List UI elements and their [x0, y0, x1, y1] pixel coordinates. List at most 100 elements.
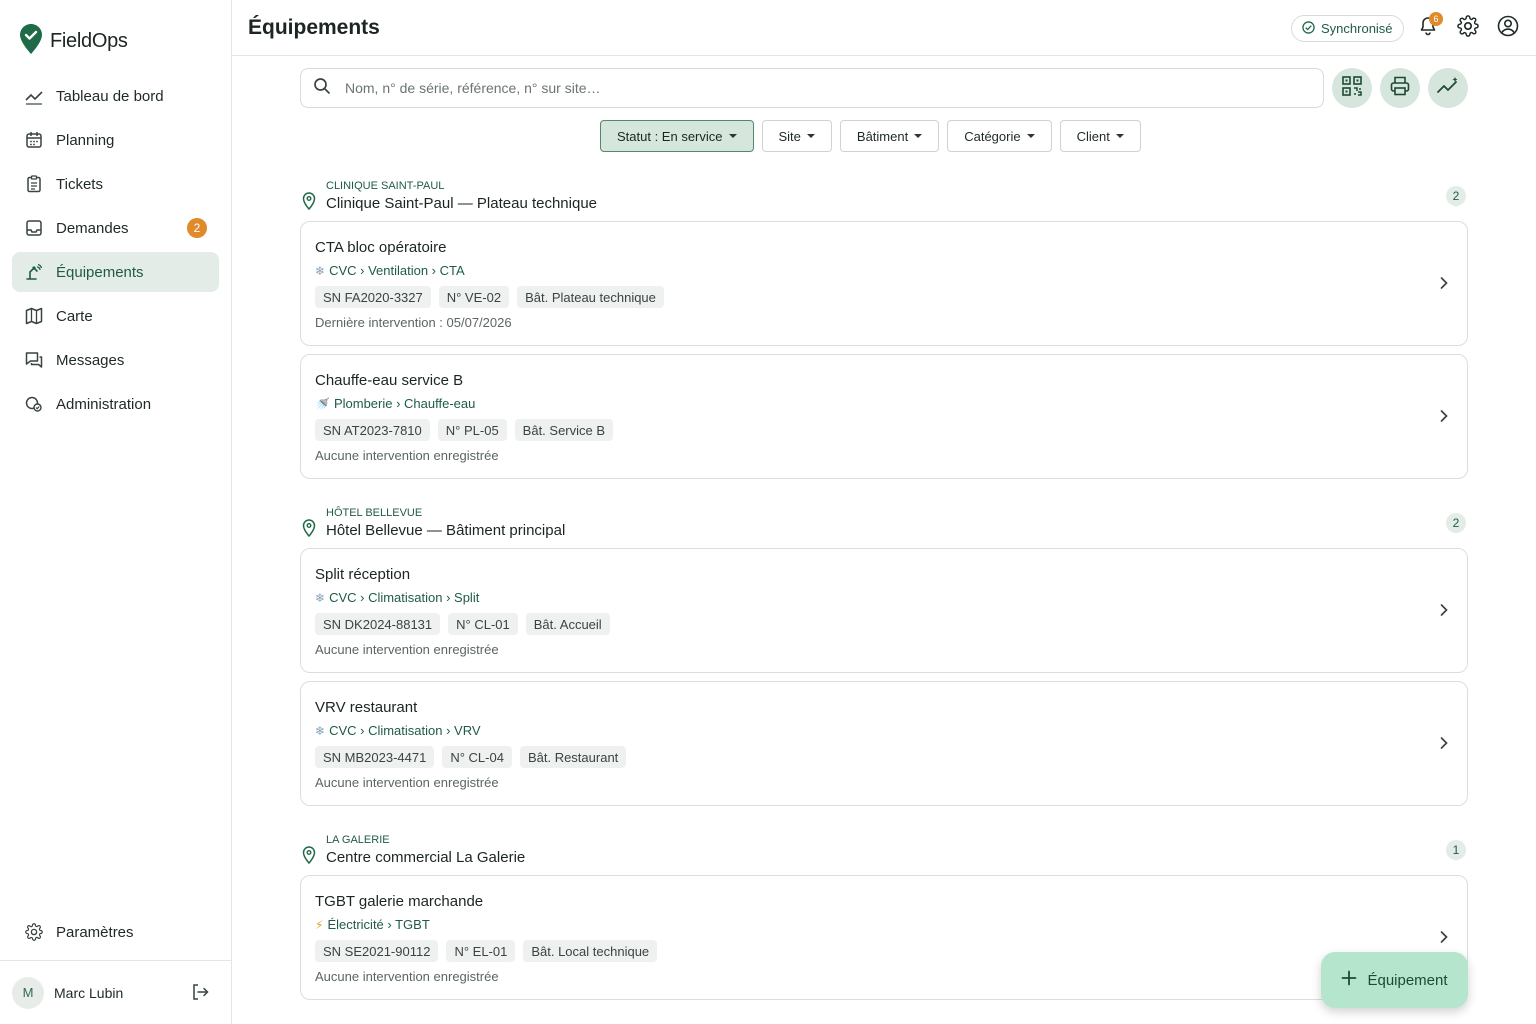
number-chip: N° EL-01	[446, 940, 516, 962]
serial-chip: SN FA2020-3327	[315, 286, 431, 308]
avatar[interactable]: M	[12, 976, 44, 1009]
notifications-count-badge: 6	[1429, 12, 1443, 26]
add-equipment-label: Équipement	[1367, 971, 1448, 989]
snowflake-icon: ❄	[315, 723, 326, 738]
filter-bar: Statut : En service Site Bâtiment Catégo…	[600, 120, 1141, 152]
user-name: Marc Lubin	[54, 984, 124, 1001]
chevron-right-icon	[1439, 603, 1449, 622]
snowflake-icon: ❄	[315, 263, 326, 278]
filter-client[interactable]: Client	[1059, 120, 1141, 152]
filter-label: Client	[1076, 128, 1110, 144]
filter-label: Bâtiment	[856, 128, 909, 144]
sidebar-item-label: Équipements	[56, 263, 144, 281]
search-icon	[313, 77, 331, 100]
equipment-icon	[24, 262, 44, 282]
filter-label: Statut : En service	[617, 128, 723, 144]
qr-scan-button[interactable]	[1332, 68, 1372, 108]
settings-button[interactable]	[1456, 14, 1480, 42]
building-chip: Bât. Plateau technique	[517, 286, 664, 308]
equipment-card[interactable]: Split réception ❄ CVC › Climatisation › S…	[300, 548, 1468, 673]
category-path: CVC › Climatisation › Split	[329, 590, 480, 605]
sidebar-item-messages[interactable]: Messages	[12, 340, 219, 380]
site-name: Clinique Saint-Paul — Plateau technique	[326, 195, 598, 212]
demandes-count-badge: 2	[187, 218, 207, 238]
category-path: CVC › Ventilation › CTA	[329, 263, 465, 278]
caret-down-icon	[728, 134, 737, 138]
location-pin-icon	[302, 519, 316, 542]
gear-icon	[1457, 14, 1479, 42]
number-chip: N° CL-01	[448, 613, 518, 635]
print-button[interactable]	[1380, 68, 1420, 108]
building-chip: Bât. Service B	[514, 419, 614, 441]
sidebar-item-label: Paramètres	[56, 923, 134, 941]
sidebar-item-label: Messages	[56, 351, 125, 369]
calendar-icon	[24, 130, 44, 150]
site-code: CLINIQUE SAINT-PAUL	[326, 180, 445, 192]
sidebar-item-tickets[interactable]: Tickets	[12, 164, 219, 204]
analytics-button[interactable]	[1428, 68, 1468, 108]
search-input[interactable]	[345, 80, 1245, 96]
trend-sparkle-icon	[1436, 75, 1460, 102]
chevron-right-icon	[1439, 736, 1449, 755]
filter-status[interactable]: Statut : En service	[600, 120, 754, 152]
last-intervention: Aucune intervention enregistrée	[315, 448, 499, 463]
shower-icon: 🚿	[315, 396, 330, 411]
serial-chip: SN SE2021-90112	[315, 940, 439, 962]
add-equipment-button[interactable]: Équipement	[1321, 952, 1468, 1008]
caret-down-icon	[1026, 134, 1035, 138]
category-path: CVC › Climatisation › VRV	[329, 723, 481, 738]
building-chip: Bât. Accueil	[525, 613, 610, 635]
equipment-title: CTA bloc opératoire	[315, 239, 447, 256]
sidebar-item-planning[interactable]: Planning	[12, 120, 219, 160]
plus-icon	[1341, 970, 1357, 990]
filter-categorie[interactable]: Catégorie	[947, 120, 1052, 152]
site-code: HÔTEL BELLEVUE	[326, 507, 423, 519]
equipment-card[interactable]: CTA bloc opératoire ❄ CVC › Ventilation ›…	[300, 221, 1468, 346]
filter-label: Catégorie	[964, 128, 1021, 144]
sidebar-item-parametres[interactable]: Paramètres	[12, 912, 219, 952]
filter-site[interactable]: Site	[761, 120, 832, 152]
sync-status-badge[interactable]: Synchronisé	[1291, 15, 1404, 42]
sidebar-item-demandes[interactable]: Demandes 2	[12, 208, 219, 248]
equipment-category: ❄ CVC › Ventilation › CTA	[315, 263, 465, 278]
sidebar-item-dashboard[interactable]: Tableau de bord	[12, 76, 219, 116]
serial-chip: SN DK2024-88131	[315, 613, 441, 635]
filter-label: Site	[778, 128, 801, 144]
building-chip: Bât. Restaurant	[519, 746, 627, 768]
chevron-right-icon	[1439, 276, 1449, 295]
number-chip: N° PL-05	[437, 419, 507, 441]
sync-label: Synchronisé	[1321, 21, 1393, 36]
admin-icon	[24, 394, 44, 414]
sidebar-item-equipements[interactable]: Équipements	[12, 252, 219, 292]
logout-icon[interactable]	[191, 983, 209, 1006]
sidebar-item-label: Planning	[56, 131, 115, 149]
brand[interactable]: FieldOps	[20, 24, 128, 59]
trend-icon	[24, 86, 44, 106]
qr-code-icon	[1341, 75, 1363, 102]
account-button[interactable]	[1496, 15, 1520, 40]
equipment-card[interactable]: Chauffe-eau service B 🚿 Plomberie › Chauf…	[300, 354, 1468, 479]
equipment-title: Chauffe-eau service B	[315, 372, 464, 389]
equipment-tags: SN DK2024-88131 N° CL-01 Bât. Accueil	[315, 613, 610, 635]
user-row: M Marc Lubin	[0, 960, 231, 1024]
chat-icon	[24, 350, 44, 370]
notifications-button[interactable]: 6	[1416, 12, 1443, 40]
sidebar-item-carte[interactable]: Carte	[12, 296, 219, 336]
site-code: LA GALERIE	[326, 834, 390, 846]
serial-chip: SN MB2023-4471	[315, 746, 435, 768]
last-intervention: Aucune intervention enregistrée	[315, 642, 499, 657]
equipment-category: ⚡ Électricité › TGBT	[315, 917, 430, 932]
equipment-tags: SN SE2021-90112 N° EL-01 Bât. Local tech…	[315, 940, 658, 962]
map-icon	[24, 306, 44, 326]
sidebar-item-administration[interactable]: Administration	[12, 384, 219, 424]
equipment-card[interactable]: TGBT galerie marchande ⚡ Électricité › TG…	[300, 875, 1468, 1000]
check-circle-icon	[1302, 20, 1315, 37]
equipment-tags: SN FA2020-3327 N° VE-02 Bât. Plateau tec…	[315, 286, 664, 308]
sidebar-item-label: Demandes	[56, 219, 129, 237]
filter-batiment[interactable]: Bâtiment	[839, 120, 940, 152]
equipment-card[interactable]: VRV restaurant ❄ CVC › Climatisation › VR…	[300, 681, 1468, 806]
gear-icon	[24, 922, 44, 942]
equipment-category: ❄ CVC › Climatisation › Split	[315, 590, 479, 605]
sidebar-nav: Tableau de bord Planning Tickets Demande…	[12, 76, 219, 428]
equipment-tags: SN MB2023-4471 N° CL-04 Bât. Restaurant	[315, 746, 627, 768]
